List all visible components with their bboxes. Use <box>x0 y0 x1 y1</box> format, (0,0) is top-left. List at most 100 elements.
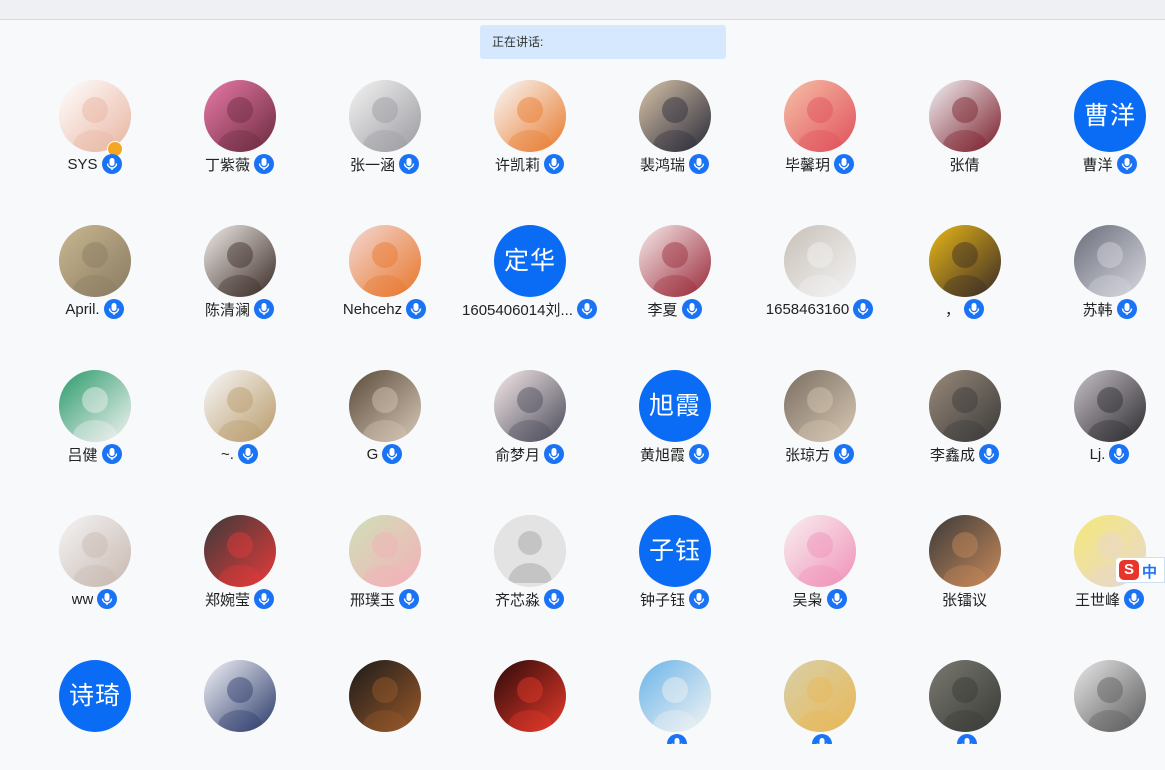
microphone-icon[interactable] <box>811 734 832 744</box>
participant-name-row <box>167 732 312 744</box>
participant-tile[interactable]: 丁紫薇 <box>167 80 312 190</box>
microphone-icon[interactable] <box>101 154 122 174</box>
top-toolbar <box>0 0 1165 20</box>
participant-tile[interactable]: ww <box>22 515 167 625</box>
participant-tile[interactable]: 李鑫成 <box>892 370 1037 480</box>
microphone-icon[interactable] <box>406 299 427 319</box>
participant-tile[interactable]: SYS <box>22 80 167 190</box>
microphone-icon[interactable] <box>834 154 854 174</box>
microphone-icon[interactable] <box>689 589 709 609</box>
ime-mode-indicator[interactable]: 中 <box>1142 561 1157 582</box>
microphone-icon[interactable] <box>1109 444 1130 464</box>
participant-tile[interactable]: ~. <box>167 370 312 480</box>
microphone-icon[interactable] <box>964 299 984 319</box>
participant-name: Lj. <box>1089 445 1106 463</box>
participant-tile[interactable]: 定华 1605406014刘... <box>457 225 602 335</box>
participant-name-row: 曹洋 <box>1037 152 1165 176</box>
avatar-photo <box>349 225 421 297</box>
avatar-photo <box>639 225 711 297</box>
microphone-icon[interactable] <box>956 734 977 744</box>
participant-name: SYS <box>67 155 98 173</box>
microphone-icon[interactable] <box>689 154 709 174</box>
participant-tile[interactable]: 张倩 <box>892 80 1037 190</box>
microphone-icon[interactable] <box>544 444 564 464</box>
avatar-initials: 子钰 <box>639 515 711 587</box>
microphone-icon[interactable] <box>103 299 124 319</box>
microphone-icon[interactable] <box>97 589 118 609</box>
microphone-icon[interactable] <box>681 299 702 319</box>
participant-tile[interactable]: 张镭议 <box>892 515 1037 625</box>
microphone-icon[interactable] <box>382 444 403 464</box>
participant-name: 吴枭 <box>792 591 823 609</box>
participant-tile[interactable]: 邢璞玉 <box>312 515 457 625</box>
avatar-photo <box>349 660 421 732</box>
microphone-icon[interactable] <box>1116 154 1137 174</box>
microphone-icon[interactable] <box>399 154 419 174</box>
ime-toolbar[interactable]: S 中 <box>1115 557 1165 583</box>
avatar-photo <box>59 515 131 587</box>
participant-tile[interactable]: 许凯莉 <box>457 80 602 190</box>
participant-tile[interactable]: 苏韩 <box>1037 225 1165 335</box>
participant-name-row: G <box>312 442 457 466</box>
microphone-icon[interactable] <box>101 444 122 464</box>
microphone-icon[interactable] <box>576 299 597 319</box>
participant-tile[interactable]: 裴鸿瑞 <box>602 80 747 190</box>
participant-tile[interactable] <box>602 660 747 744</box>
participant-name: 李夏 <box>647 301 678 319</box>
microphone-icon[interactable] <box>1116 299 1137 319</box>
participant-tile[interactable]: 曹洋 曹洋 <box>1037 80 1165 190</box>
avatar-initials: 曹洋 <box>1074 80 1146 152</box>
participant-tile[interactable] <box>312 660 457 744</box>
participant-tile[interactable]: 毕馨玥 <box>747 80 892 190</box>
participant-tile[interactable]: 俞梦月 <box>457 370 602 480</box>
participant-tile[interactable] <box>457 660 602 744</box>
microphone-icon[interactable] <box>237 444 258 464</box>
participant-tile[interactable]: G <box>312 370 457 480</box>
participant-tile[interactable]: 张琼方 <box>747 370 892 480</box>
microphone-icon[interactable] <box>689 444 709 464</box>
microphone-icon[interactable] <box>826 589 847 609</box>
participant-name: 张琼方 <box>784 446 830 464</box>
participant-tile[interactable]: Nehcehz <box>312 225 457 335</box>
participant-tile[interactable]: ， <box>892 225 1037 335</box>
participant-name: 曹洋 <box>1082 156 1113 174</box>
avatar-photo <box>929 660 1001 732</box>
participant-tile[interactable]: April. <box>22 225 167 335</box>
participant-tile[interactable]: 齐芯淼 <box>457 515 602 625</box>
microphone-icon[interactable] <box>1124 589 1144 609</box>
participant-name: 王世峰 <box>1074 591 1120 609</box>
avatar-photo <box>929 370 1001 442</box>
participant-tile[interactable] <box>167 660 312 744</box>
participant-tile[interactable] <box>892 660 1037 744</box>
microphone-icon[interactable] <box>399 589 419 609</box>
participant-tile[interactable]: 旭霞 黄旭霞 <box>602 370 747 480</box>
participant-name: 黄旭霞 <box>639 446 685 464</box>
microphone-icon[interactable] <box>544 154 564 174</box>
participant-tile[interactable]: 李夏 <box>602 225 747 335</box>
microphone-icon[interactable] <box>834 444 854 464</box>
microphone-icon[interactable] <box>254 299 274 319</box>
microphone-icon[interactable] <box>254 589 274 609</box>
microphone-icon[interactable] <box>853 299 874 319</box>
participant-tile[interactable]: Lj. <box>1037 370 1165 480</box>
participant-tile[interactable]: 1658463160 <box>747 225 892 335</box>
participant-tile[interactable] <box>747 660 892 744</box>
participant-name: 丁紫薇 <box>204 156 250 174</box>
participant-grid: SYS 丁紫薇 张一涵 许凯莉 裴鸿瑞 毕馨玥 张倩 曹洋 曹洋 April. 陈清澜 Nehcehz… <box>22 80 1165 744</box>
microphone-icon[interactable] <box>979 444 999 464</box>
participant-tile[interactable]: 陈清澜 <box>167 225 312 335</box>
microphone-icon[interactable] <box>666 734 687 744</box>
participant-tile[interactable]: 吴枭 <box>747 515 892 625</box>
microphone-icon[interactable] <box>544 589 564 609</box>
participant-name: 许凯莉 <box>494 156 540 174</box>
avatar-photo <box>494 370 566 442</box>
participant-tile[interactable]: 诗琦 <box>22 660 167 744</box>
participant-tile[interactable]: 张一涵 <box>312 80 457 190</box>
sogou-ime-icon[interactable]: S <box>1119 560 1139 580</box>
participant-name: 俞梦月 <box>494 446 540 464</box>
participant-tile[interactable]: 郑婉莹 <box>167 515 312 625</box>
microphone-icon[interactable] <box>254 154 274 174</box>
participant-tile[interactable]: 子钰 钟子钰 <box>602 515 747 625</box>
participant-tile[interactable] <box>1037 660 1165 744</box>
participant-tile[interactable]: 吕健 <box>22 370 167 480</box>
